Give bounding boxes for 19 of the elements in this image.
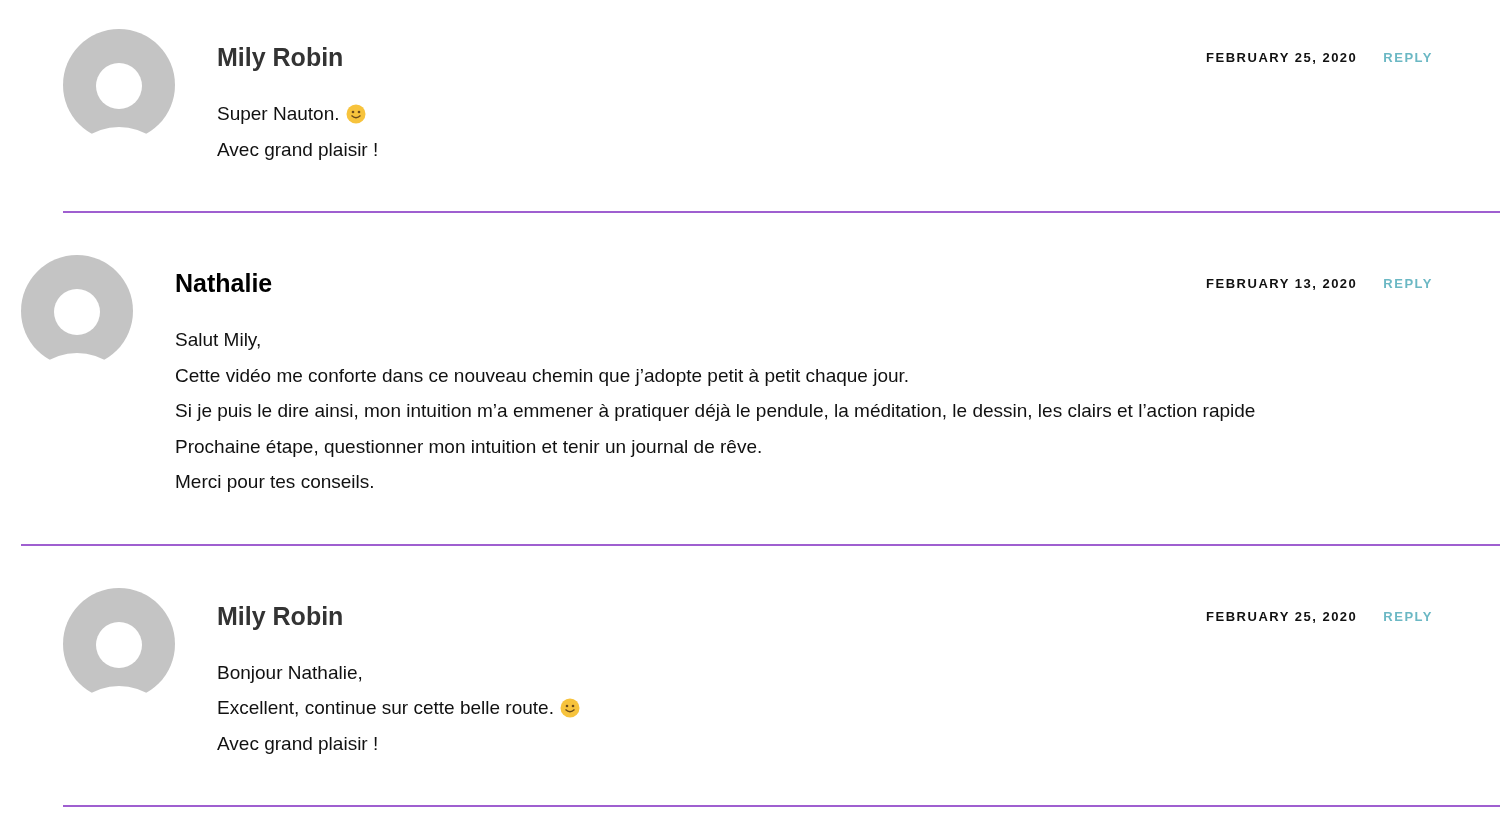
- comment-date: FEBRUARY 25, 2020: [1206, 608, 1358, 624]
- author-name: Nathalie: [175, 269, 274, 298]
- comment-date: FEBRUARY 13, 2020: [1206, 276, 1358, 291]
- comment-date: FEBRUARY 25, 2020: [1206, 50, 1358, 65]
- comment-text: Avec grand plaisir !: [217, 137, 379, 162]
- author-name: Mily Robin: [217, 601, 345, 631]
- comment-text: Si je puis le dire ainsi, mon intuition m’a emmener à pratiquer déjà le pendule, la méditation, le dessin, les clairs et l’action rapide: [175, 399, 1256, 423]
- comment-text: Bonjour Nathalie,: [217, 660, 363, 685]
- comment-text: Excellent, continue sur cette belle route.: [217, 696, 554, 720]
- comment-text: Cette vidéo me conforte dans ce nouveau chemin que j’adopte petit à petit chaque jour.: [175, 363, 910, 388]
- comment-text: Prochaine étape, questionner mon intuition et tenir un journal de rêve.: [175, 434, 763, 459]
- comment-text: Super Nauton.: [217, 102, 340, 126]
- comment-text: Merci pour tes conseils.: [175, 470, 375, 494]
- author-name: Mily Robin: [217, 43, 345, 72]
- comment-text: Salut Mily,: [175, 328, 262, 352]
- reply-link[interactable]: REPLY: [1383, 608, 1433, 624]
- reply-link[interactable]: REPLY: [1383, 50, 1433, 65]
- reply-link[interactable]: REPLY: [1383, 276, 1433, 291]
- comment-text: Avec grand plaisir !: [217, 731, 379, 756]
